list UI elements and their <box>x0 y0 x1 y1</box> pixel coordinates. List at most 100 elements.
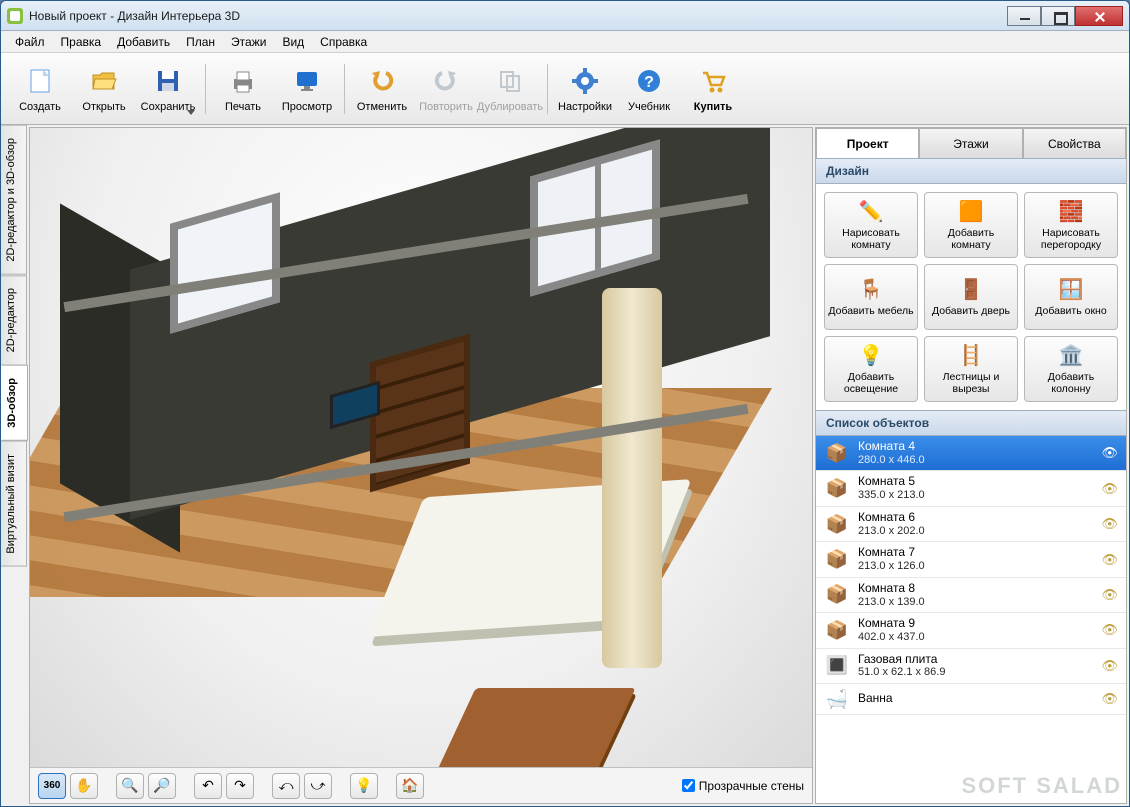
3d-viewport[interactable] <box>30 128 812 767</box>
rotate-right-button[interactable]: ↷ <box>226 773 254 799</box>
object-dimensions: 335.0 x 213.0 <box>858 489 1093 502</box>
object-text: Комната 4280.0 x 446.0 <box>858 440 1093 466</box>
menu-edit[interactable]: Правка <box>53 33 110 51</box>
save-button[interactable]: Сохранить <box>137 59 199 119</box>
menu-view[interactable]: Вид <box>274 33 312 51</box>
tilt-right-button[interactable]: ⤻ <box>304 773 332 799</box>
tab-3d-view[interactable]: 3D-обзор <box>1 365 28 441</box>
tutorial-button[interactable]: ? Учебник <box>618 59 680 119</box>
pan-button[interactable]: ✋ <box>70 773 98 799</box>
object-row[interactable]: 📦Комната 6213.0 x 202.0👁 <box>816 507 1126 542</box>
light-toggle-button[interactable]: 💡 <box>350 773 378 799</box>
room-3d-scene <box>30 128 812 767</box>
table-model <box>424 688 635 767</box>
design-grid: ✏️Нарисовать комнату 🟧Добавить комнату 🧱… <box>816 184 1126 410</box>
object-row[interactable]: 🛁 Ванна 👁 <box>816 684 1126 715</box>
object-row[interactable]: 📦Комната 4280.0 x 446.0👁 <box>816 436 1126 471</box>
settings-button[interactable]: Настройки <box>554 59 616 119</box>
draw-partition-button[interactable]: 🧱Нарисовать перегородку <box>1024 192 1118 258</box>
visibility-toggle-icon[interactable]: 👁 <box>1101 516 1118 532</box>
column-icon: 🏛️ <box>1058 343 1084 369</box>
add-furniture-button[interactable]: 🪑Добавить мебель <box>824 264 918 330</box>
object-row[interactable]: 📦Комната 5335.0 x 213.0👁 <box>816 471 1126 506</box>
undo-button[interactable]: Отменить <box>351 59 413 119</box>
duplicate-button[interactable]: Дублировать <box>479 59 541 119</box>
visibility-toggle-icon[interactable]: 👁 <box>1101 658 1118 674</box>
add-column-button[interactable]: 🏛️Добавить колонну <box>1024 336 1118 402</box>
transparent-walls-checkbox[interactable]: Прозрачные стены <box>682 779 804 793</box>
object-text: Комната 9402.0 x 437.0 <box>858 617 1093 643</box>
object-type-icon: 🛁 <box>824 688 850 710</box>
object-row[interactable]: 📦 Комната 7213.0 x 126.0 👁 <box>816 542 1126 577</box>
visibility-toggle-icon[interactable]: 👁 <box>1101 587 1118 603</box>
add-room-button[interactable]: 🟧Добавить комнату <box>924 192 1018 258</box>
bulb-icon: 💡 <box>858 343 884 369</box>
visibility-toggle-icon[interactable]: 👁 <box>1101 691 1118 707</box>
zoom-in-button[interactable]: 🔎 <box>148 773 176 799</box>
open-button[interactable]: Открыть <box>73 59 135 119</box>
create-button[interactable]: Создать <box>9 59 71 119</box>
object-text: Газовая плита51.0 x 62.1 x 86.9 <box>858 653 1093 679</box>
add-lighting-button[interactable]: 💡Добавить освещение <box>824 336 918 402</box>
tab-2d-editor[interactable]: 2D-редактор <box>1 275 27 365</box>
object-name: Комната 7 <box>858 546 1093 560</box>
add-window-button[interactable]: 🪟Добавить окно <box>1024 264 1118 330</box>
object-row[interactable]: 🔳Газовая плита51.0 x 62.1 x 86.9👁 <box>816 649 1126 684</box>
object-text: Комната 7213.0 x 126.0 <box>858 546 1093 572</box>
object-type-icon: 📦 <box>824 549 850 571</box>
visibility-toggle-icon[interactable]: 👁 <box>1101 552 1118 568</box>
object-text: Ванна <box>858 692 1093 706</box>
transparent-walls-input[interactable] <box>682 779 695 792</box>
menu-floors[interactable]: Этажи <box>223 33 274 51</box>
zoom-out-icon: 🔍 <box>121 777 138 794</box>
tilt-left-button[interactable]: ⤺ <box>272 773 300 799</box>
rotate-left-icon: ↶ <box>202 777 214 794</box>
chair-icon: 🪑 <box>858 277 884 303</box>
visibility-toggle-icon[interactable]: 👁 <box>1101 481 1118 497</box>
object-name: Комната 8 <box>858 582 1093 596</box>
help-icon: ? <box>633 65 665 97</box>
zoom-out-button[interactable]: 🔍 <box>116 773 144 799</box>
wall-icon: 🧱 <box>1058 199 1084 225</box>
app-icon <box>7 8 23 24</box>
viewport-toolbar: 360 ✋ 🔍 🔎 ↶ ↷ ⤺ ⤻ 💡 🏠 Прозрачные стены <box>30 767 812 803</box>
print-button[interactable]: Печать <box>212 59 274 119</box>
visibility-toggle-icon[interactable]: 👁 <box>1101 622 1118 638</box>
redo-button[interactable]: Повторить <box>415 59 477 119</box>
object-dimensions: 213.0 x 126.0 <box>858 560 1093 573</box>
object-type-icon: 📦 <box>824 513 850 535</box>
visibility-toggle-icon[interactable]: 👁 <box>1101 445 1118 461</box>
tab-2d-3d[interactable]: 2D-редактор и 3D-обзор <box>1 125 27 275</box>
tab-project[interactable]: Проект <box>816 128 919 158</box>
menu-file[interactable]: Файл <box>7 33 53 51</box>
rotate-left-button[interactable]: ↶ <box>194 773 222 799</box>
hand-icon: ✋ <box>75 777 92 794</box>
draw-room-button[interactable]: ✏️Нарисовать комнату <box>824 192 918 258</box>
redo-icon <box>430 65 462 97</box>
tilt-left-icon: ⤺ <box>279 777 294 794</box>
tab-properties[interactable]: Свойства <box>1023 128 1126 158</box>
menu-plan[interactable]: План <box>178 33 223 51</box>
buy-button[interactable]: Купить <box>682 59 744 119</box>
home-view-button[interactable]: 🏠 <box>396 773 424 799</box>
preview-button[interactable]: Просмотр <box>276 59 338 119</box>
maximize-button[interactable] <box>1041 6 1075 26</box>
separator <box>344 64 345 114</box>
object-list[interactable]: 📦Комната 4280.0 x 446.0👁📦Комната 5335.0 … <box>816 436 1126 803</box>
close-button[interactable] <box>1075 6 1123 26</box>
object-row[interactable]: 📦Комната 8213.0 x 139.0👁 <box>816 578 1126 613</box>
separator <box>547 64 548 114</box>
menu-add[interactable]: Добавить <box>109 33 178 51</box>
add-door-button[interactable]: 🚪Добавить дверь <box>924 264 1018 330</box>
tab-floors[interactable]: Этажи <box>919 128 1022 158</box>
minimize-button[interactable] <box>1007 6 1041 26</box>
orbit-360-button[interactable]: 360 <box>38 773 66 799</box>
zoom-in-icon: 🔎 <box>153 777 170 794</box>
tab-virtual-visit[interactable]: Виртуальный визит <box>1 441 27 567</box>
menu-help[interactable]: Справка <box>312 33 375 51</box>
object-dimensions: 51.0 x 62.1 x 86.9 <box>858 666 1093 679</box>
stairs-cutouts-button[interactable]: 🪜Лестницы и вырезы <box>924 336 1018 402</box>
toolbar: Создать Открыть Сохранить Печать Просмот… <box>1 53 1129 125</box>
object-row[interactable]: 📦Комната 9402.0 x 437.0👁 <box>816 613 1126 648</box>
window-icon: 🪟 <box>1058 277 1084 303</box>
